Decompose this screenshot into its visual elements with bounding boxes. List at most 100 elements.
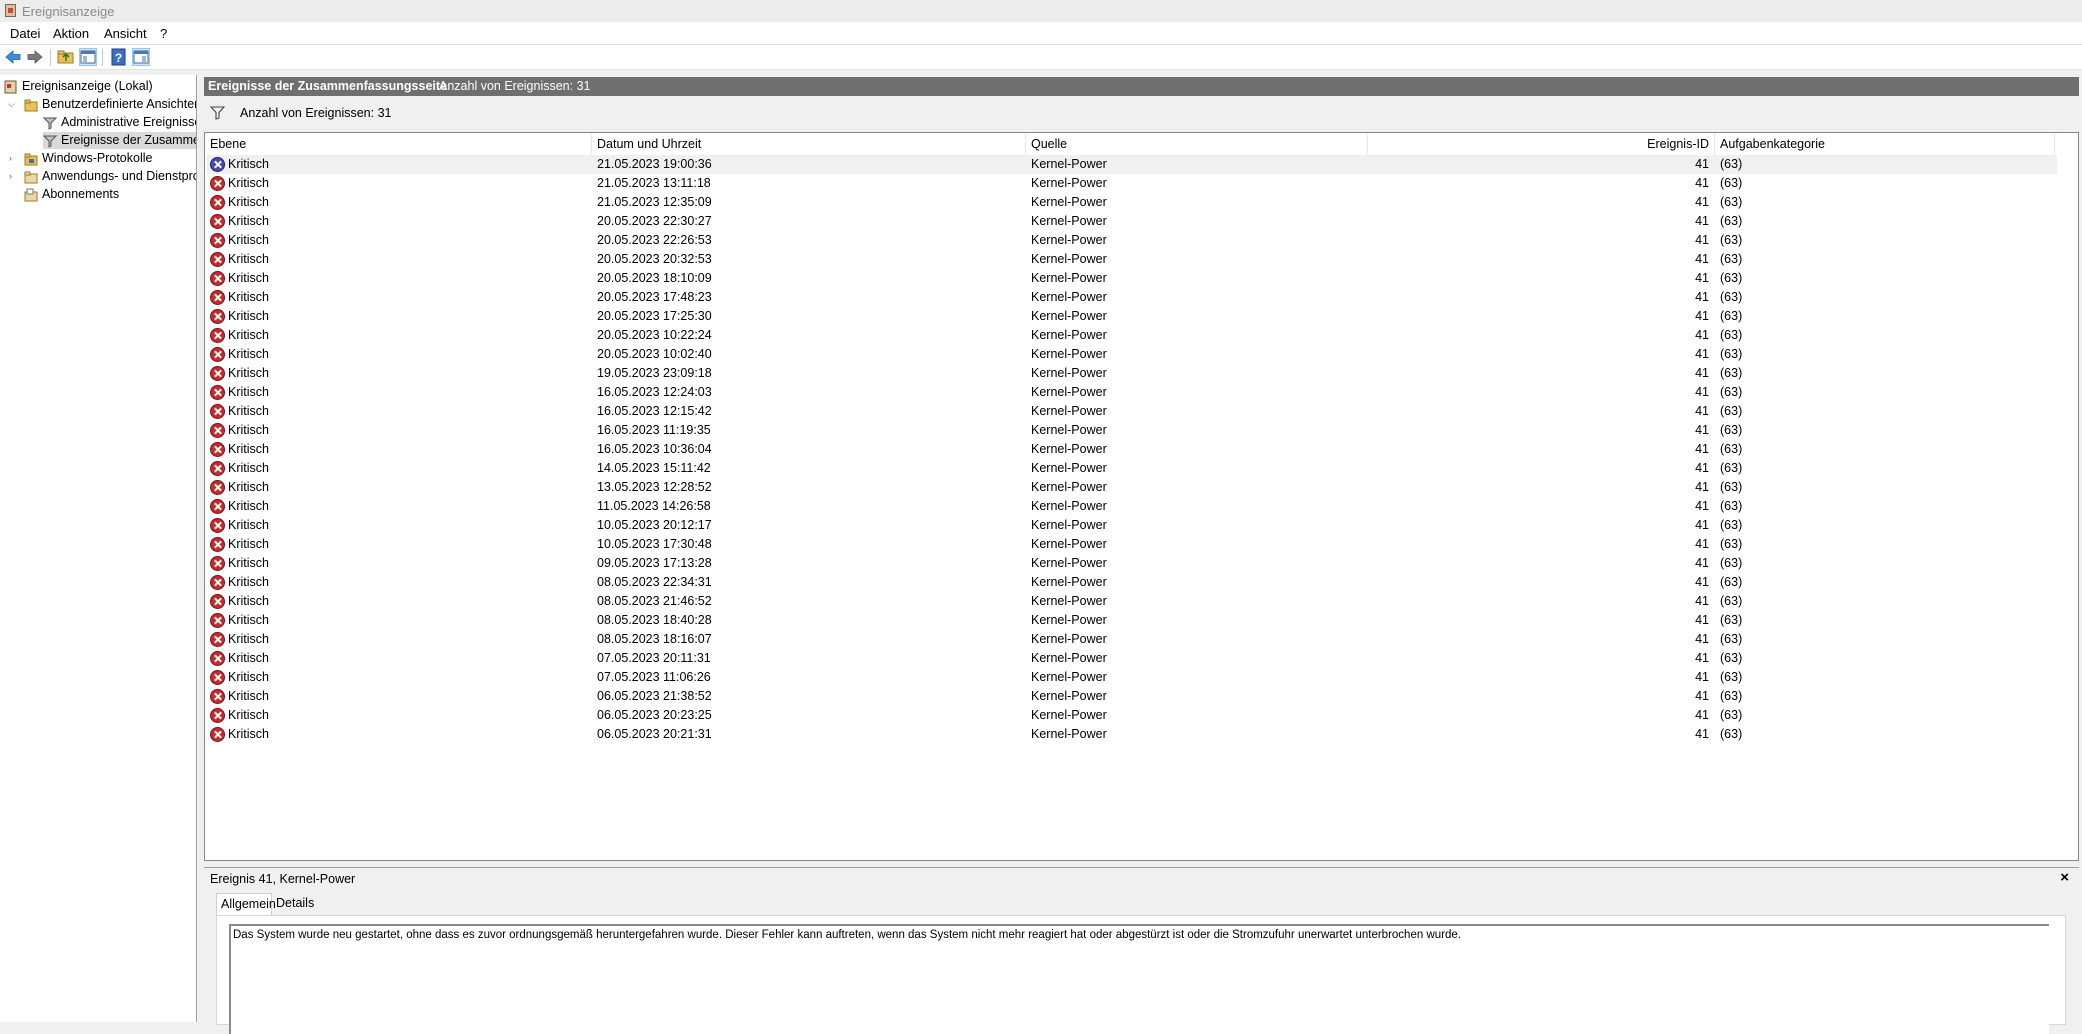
cell-datetime: 20.05.2023 18:10:09 [597,271,712,285]
table-row[interactable]: Kritisch 09.05.2023 17:13:28 Kernel-Power 4… [207,554,2057,573]
tree-subscriptions[interactable]: Abonnements [24,186,119,203]
table-row[interactable]: Kritisch 20.05.2023 10:02:40 Kernel-Power 4… [207,345,2057,364]
cell-event-id: 41 [1695,537,1709,551]
cell-event-id: 41 [1695,689,1709,703]
cell-datetime: 06.05.2023 20:23:25 [597,708,712,722]
cell-source: Kernel-Power [1031,233,1107,247]
cell-datetime: 08.05.2023 18:40:28 [597,613,712,627]
tree-summary-events[interactable]: Ereignisse der Zusammenfassungsseite [43,132,196,149]
cell-datetime: 20.05.2023 17:48:23 [597,290,712,304]
chevron-right-icon[interactable]: › [9,168,12,185]
folder-icon [24,171,38,184]
back-icon[interactable] [4,48,22,66]
table-row[interactable]: Kritisch 06.05.2023 20:21:31 Kernel-Power 4… [207,725,2057,744]
tab-details[interactable]: Details [272,893,318,913]
cell-event-id: 41 [1695,613,1709,627]
tree-app-service-logs[interactable]: Anwendungs- und Dienstprotokolle [24,168,196,185]
cell-event-id: 41 [1695,727,1709,741]
table-row[interactable]: Kritisch 16.05.2023 10:36:04 Kernel-Power 4… [207,440,2057,459]
critical-error-icon [210,689,225,704]
tree-admin-events[interactable]: Administrative Ereignisse [43,114,196,131]
event-description[interactable]: Das System wurde neu gestartet, ohne das… [229,924,2049,1034]
cell-task-category: (63) [1720,556,1743,570]
table-row[interactable]: Kritisch 08.05.2023 18:16:07 Kernel-Power 4… [207,630,2057,649]
table-row[interactable]: Kritisch 07.05.2023 11:06:26 Kernel-Power 4… [207,668,2057,687]
cell-task-category: (63) [1720,594,1743,608]
table-row[interactable]: Kritisch 08.05.2023 21:46:52 Kernel-Power 4… [207,592,2057,611]
table-row[interactable]: Kritisch 16.05.2023 12:24:03 Kernel-Power 4… [207,383,2057,402]
cell-event-id: 41 [1695,404,1709,418]
show-hide-action-pane-icon[interactable] [132,48,150,66]
table-row[interactable]: Kritisch 21.05.2023 12:35:09 Kernel-Power 4… [207,193,2057,212]
menu-help[interactable]: ? [160,26,167,41]
table-row[interactable]: Kritisch 16.05.2023 12:15:42 Kernel-Power 4… [207,402,2057,421]
show-hide-console-tree-icon[interactable] [79,48,97,66]
cell-level: Kritisch [228,328,269,342]
cell-source: Kernel-Power [1031,252,1107,266]
table-row[interactable]: Kritisch 07.05.2023 20:11:31 Kernel-Power 4… [207,649,2057,668]
table-row[interactable]: Kritisch 19.05.2023 23:09:18 Kernel-Power 4… [207,364,2057,383]
forward-icon[interactable] [26,48,44,66]
critical-error-icon [210,271,225,286]
cell-task-category: (63) [1720,613,1743,627]
critical-error-icon [210,613,225,628]
cell-task-category: (63) [1720,328,1743,342]
column-source[interactable]: Quelle [1026,133,1368,155]
table-row[interactable]: Kritisch 20.05.2023 22:26:53 Kernel-Power 4… [207,231,2057,250]
chevron-down-icon[interactable]: ⌵ [8,96,15,113]
cell-level: Kritisch [228,461,269,475]
chevron-right-icon[interactable]: › [9,150,12,167]
cell-task-category: (63) [1720,385,1743,399]
table-row[interactable]: Kritisch 08.05.2023 22:34:31 Kernel-Power 4… [207,573,2057,592]
table-row[interactable]: Kritisch 20.05.2023 20:32:53 Kernel-Power 4… [207,250,2057,269]
cell-datetime: 16.05.2023 12:15:42 [597,404,712,418]
close-icon[interactable]: × [2060,869,2069,886]
column-level[interactable]: Ebene [205,133,592,155]
table-row[interactable]: Kritisch 14.05.2023 15:11:42 Kernel-Power 4… [207,459,2057,478]
cell-event-id: 41 [1695,499,1709,513]
critical-error-icon [210,480,225,495]
table-row[interactable]: Kritisch 21.05.2023 13:11:18 Kernel-Power 4… [207,174,2057,193]
table-row[interactable]: Kritisch 20.05.2023 17:48:23 Kernel-Power 4… [207,288,2057,307]
event-viewer-icon [4,80,17,94]
table-row[interactable]: Kritisch 16.05.2023 11:19:35 Kernel-Power 4… [207,421,2057,440]
menu-ansicht[interactable]: Ansicht [104,26,147,41]
table-row[interactable]: Kritisch 20.05.2023 18:10:09 Kernel-Power 4… [207,269,2057,288]
table-row[interactable]: Kritisch 13.05.2023 12:28:52 Kernel-Power 4… [207,478,2057,497]
event-list[interactable]: Ebene Datum und Uhrzeit Quelle Ereignis-… [204,132,2079,861]
column-event-id[interactable]: Ereignis-ID [1368,133,1715,155]
tab-general[interactable]: Allgemein [216,893,276,915]
table-row[interactable]: Kritisch 10.05.2023 20:12:17 Kernel-Power 4… [207,516,2057,535]
cell-level: Kritisch [228,575,269,589]
table-row[interactable]: Kritisch 11.05.2023 14:26:58 Kernel-Power 4… [207,497,2057,516]
column-datetime[interactable]: Datum und Uhrzeit [592,133,1026,155]
menu-datei[interactable]: Datei [10,26,40,41]
svg-text:?: ? [115,51,122,65]
windows-logs-folder-icon [24,153,38,166]
table-row[interactable]: Kritisch 20.05.2023 10:22:24 Kernel-Power 4… [207,326,2057,345]
critical-error-icon [210,328,225,343]
toolbar: ? [0,44,2082,70]
cell-task-category: (63) [1720,176,1743,190]
help-icon[interactable]: ? [110,48,128,66]
tree-root[interactable]: Ereignisanzeige (Lokal) [4,78,153,95]
column-task-category[interactable]: Aufgabenkategorie [1715,133,2055,155]
cell-source: Kernel-Power [1031,385,1107,399]
cell-source: Kernel-Power [1031,271,1107,285]
table-row[interactable]: Kritisch 21.05.2023 19:00:36 Kernel-Power 4… [207,155,2057,174]
menu-aktion[interactable]: Aktion [53,26,89,41]
tree-custom-views[interactable]: Benutzerdefinierte Ansichten [24,96,196,113]
folder-up-icon[interactable] [57,48,75,66]
table-row[interactable]: Kritisch 20.05.2023 17:25:30 Kernel-Power 4… [207,307,2057,326]
critical-error-icon [210,461,225,476]
cell-task-category: (63) [1720,347,1743,361]
view-title: Ereignisse der Zusammenfassungsseite [208,79,447,93]
table-row[interactable]: Kritisch 06.05.2023 20:23:25 Kernel-Power 4… [207,706,2057,725]
tree-windows-logs[interactable]: Windows-Protokolle [24,150,152,167]
cell-datetime: 20.05.2023 22:26:53 [597,233,712,247]
table-row[interactable]: Kritisch 08.05.2023 18:40:28 Kernel-Power 4… [207,611,2057,630]
table-row[interactable]: Kritisch 20.05.2023 22:30:27 Kernel-Power 4… [207,212,2057,231]
table-row[interactable]: Kritisch 06.05.2023 21:38:52 Kernel-Power 4… [207,687,2057,706]
table-row[interactable]: Kritisch 10.05.2023 17:30:48 Kernel-Power 4… [207,535,2057,554]
event-viewer-app-icon [5,4,16,17]
